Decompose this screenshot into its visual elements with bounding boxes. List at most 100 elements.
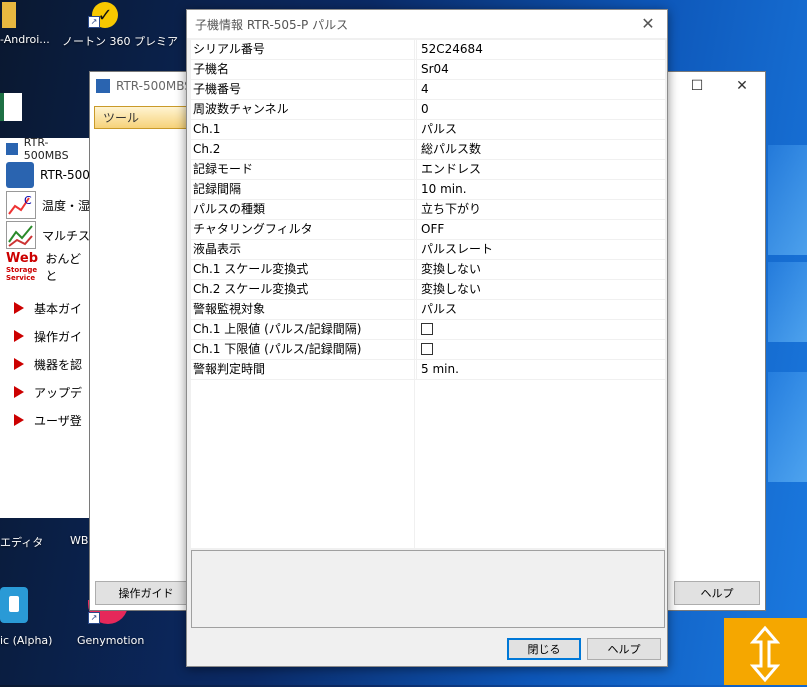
property-value: 変換しない: [421, 262, 482, 276]
launcher-panel: RTR-500MBS RTR-500 C 温度・湿 マルチス Web Stora…: [0, 136, 92, 518]
property-key: 周波数チャンネル: [191, 100, 417, 119]
property-row[interactable]: シリアル番号 52C24684: [191, 40, 665, 60]
launcher-title: RTR-500MBS: [23, 136, 69, 162]
shortcut-arrow-icon: ↗: [88, 612, 100, 624]
windows-logo-light-top: [768, 145, 807, 255]
description-area: [191, 550, 665, 628]
launcher-link-update[interactable]: アップデ: [0, 378, 92, 406]
property-value: エンドレス: [421, 162, 482, 176]
close-button[interactable]: ✕: [720, 72, 764, 100]
multi-graph-icon: [6, 221, 36, 249]
property-key: 記録モード: [191, 160, 417, 179]
property-row[interactable]: 子機名 Sr04: [191, 60, 665, 80]
property-row[interactable]: 液晶表示 パルスレート: [191, 240, 665, 260]
property-value: 0: [421, 102, 429, 116]
property-key: 記録間隔: [191, 180, 417, 199]
grid-divider: [414, 40, 415, 548]
property-value: 4: [421, 82, 429, 96]
launcher-link-basic-guide[interactable]: 基本ガイ: [0, 294, 92, 322]
help-button[interactable]: ヘルプ: [587, 638, 661, 660]
launcher-item-temp[interactable]: C 温度・湿: [0, 190, 92, 220]
checkbox[interactable]: [421, 342, 433, 355]
folder-icon: [2, 2, 16, 28]
property-key: 液晶表示: [191, 240, 417, 259]
property-value: 立ち下がり: [421, 202, 482, 216]
property-value: 52C24684: [421, 42, 483, 56]
property-row[interactable]: 警報判定時間 5 min.: [191, 360, 665, 380]
launcher-title-bar: RTR-500MBS: [0, 136, 92, 162]
property-row[interactable]: 子機番号 4: [191, 80, 665, 100]
launcher-item-label: RTR-500: [40, 168, 90, 182]
app-logo-icon: [96, 79, 110, 93]
red-triangle-icon: [14, 414, 24, 426]
dialog-close-icon[interactable]: ✕: [637, 14, 659, 34]
launcher-item-label: マルチス: [42, 228, 91, 243]
property-grid: シリアル番号 52C24684 子機名 Sr04 子機番号 4 周波数チャンネル 0 Ch.1 パ…: [191, 40, 665, 548]
property-row[interactable]: 警報監視対象 パルス: [191, 300, 665, 320]
maximize-button[interactable]: ☐: [675, 72, 719, 100]
property-key: シリアル番号: [191, 40, 417, 59]
red-triangle-icon: [14, 386, 24, 398]
property-key: 警報監視対象: [191, 300, 417, 319]
desktop-icon-label: Genymotion: [77, 634, 145, 647]
window-title: RTR-500MBS: [116, 79, 192, 93]
launcher-link-operation-guide[interactable]: 操作ガイ: [0, 322, 92, 350]
desktop-icon-alpha[interactable]: ic (Alpha): [0, 585, 60, 655]
app-icon: [0, 587, 28, 623]
property-row[interactable]: 記録モード エンドレス: [191, 160, 665, 180]
windows-logo-light-mid: [768, 262, 807, 342]
property-row[interactable]: Ch.2 総パルス数: [191, 140, 665, 160]
property-row[interactable]: 周波数チャンネル 0: [191, 100, 665, 120]
property-row[interactable]: Ch.1 上限値 (パルス/記録間隔): [191, 320, 665, 340]
property-key: Ch.2: [191, 140, 417, 159]
device-info-dialog: 子機情報 RTR-505-P パルス ✕ シリアル番号 52C24684 子機名 Sr…: [186, 9, 668, 667]
property-key: Ch.2 スケール変換式: [191, 280, 417, 299]
desktop-icon-norton[interactable]: ✓ ↗ ノートン 360 プレミア: [60, 0, 180, 55]
dialog-title-bar: 子機情報 RTR-505-P パルス: [187, 10, 667, 38]
property-row[interactable]: Ch.2 スケール変換式 変換しない: [191, 280, 665, 300]
property-key: 子機番号: [191, 80, 417, 99]
property-key: Ch.1 上限値 (パルス/記録間隔): [191, 320, 417, 339]
property-key: パルスの種類: [191, 200, 417, 219]
property-key: Ch.1: [191, 120, 417, 139]
launcher-link-device[interactable]: 機器を認: [0, 350, 92, 378]
windows-logo-light-bottom: [768, 372, 807, 482]
launcher-item-rtr500[interactable]: RTR-500: [0, 160, 92, 190]
launcher-item-multi[interactable]: マルチス: [0, 220, 92, 250]
red-triangle-icon: [14, 330, 24, 342]
desktop-icon-android[interactable]: -Androi...: [0, 0, 55, 55]
property-value: 変換しない: [421, 282, 482, 296]
desktop-icon-label: エディタ: [0, 536, 44, 549]
thermometer-chart-icon: C: [6, 191, 36, 219]
property-row[interactable]: Ch.1 下限値 (パルス/記録間隔): [191, 340, 665, 360]
property-row[interactable]: 記録間隔 10 min.: [191, 180, 665, 200]
desktop-icon-label: WB: [70, 534, 89, 547]
tab-tools[interactable]: ツール: [94, 106, 188, 129]
property-row[interactable]: Ch.1 パルス: [191, 120, 665, 140]
property-row[interactable]: チャタリングフィルタ OFF: [191, 220, 665, 240]
checkbox[interactable]: [421, 322, 433, 335]
app-logo-icon: [6, 143, 18, 155]
property-row[interactable]: Ch.1 スケール変換式 変換しない: [191, 260, 665, 280]
property-value: 総パルス数: [421, 142, 482, 156]
property-key: チャタリングフィルタ: [191, 220, 417, 239]
desktop-icon-editor[interactable]: エディタ: [0, 515, 60, 555]
property-key: 警報判定時間: [191, 360, 417, 379]
excel-icon[interactable]: [0, 93, 22, 121]
property-value: [417, 320, 433, 339]
launcher-link-user-registration[interactable]: ユーザ登: [0, 406, 92, 434]
property-row[interactable]: パルスの種類 立ち下がり: [191, 200, 665, 220]
operation-guide-button[interactable]: 操作ガイド: [95, 581, 197, 605]
up-down-arrow-icon: [749, 624, 781, 684]
property-value: 10 min.: [421, 182, 467, 196]
help-button[interactable]: ヘルプ: [674, 581, 760, 605]
update-tile[interactable]: [724, 618, 807, 685]
property-value: 5 min.: [421, 362, 459, 376]
dialog-title: 子機情報 RTR-505-P パルス: [195, 17, 349, 32]
launcher-item-webstorage[interactable]: Web Storage Service おんどと: [0, 250, 92, 284]
property-value: Sr04: [421, 62, 449, 76]
close-button[interactable]: 閉じる: [507, 638, 581, 660]
rtr-logo-icon: [6, 162, 34, 188]
desktop-icon-label: ノートン 360 プレミア: [62, 35, 178, 48]
red-triangle-icon: [14, 302, 24, 314]
